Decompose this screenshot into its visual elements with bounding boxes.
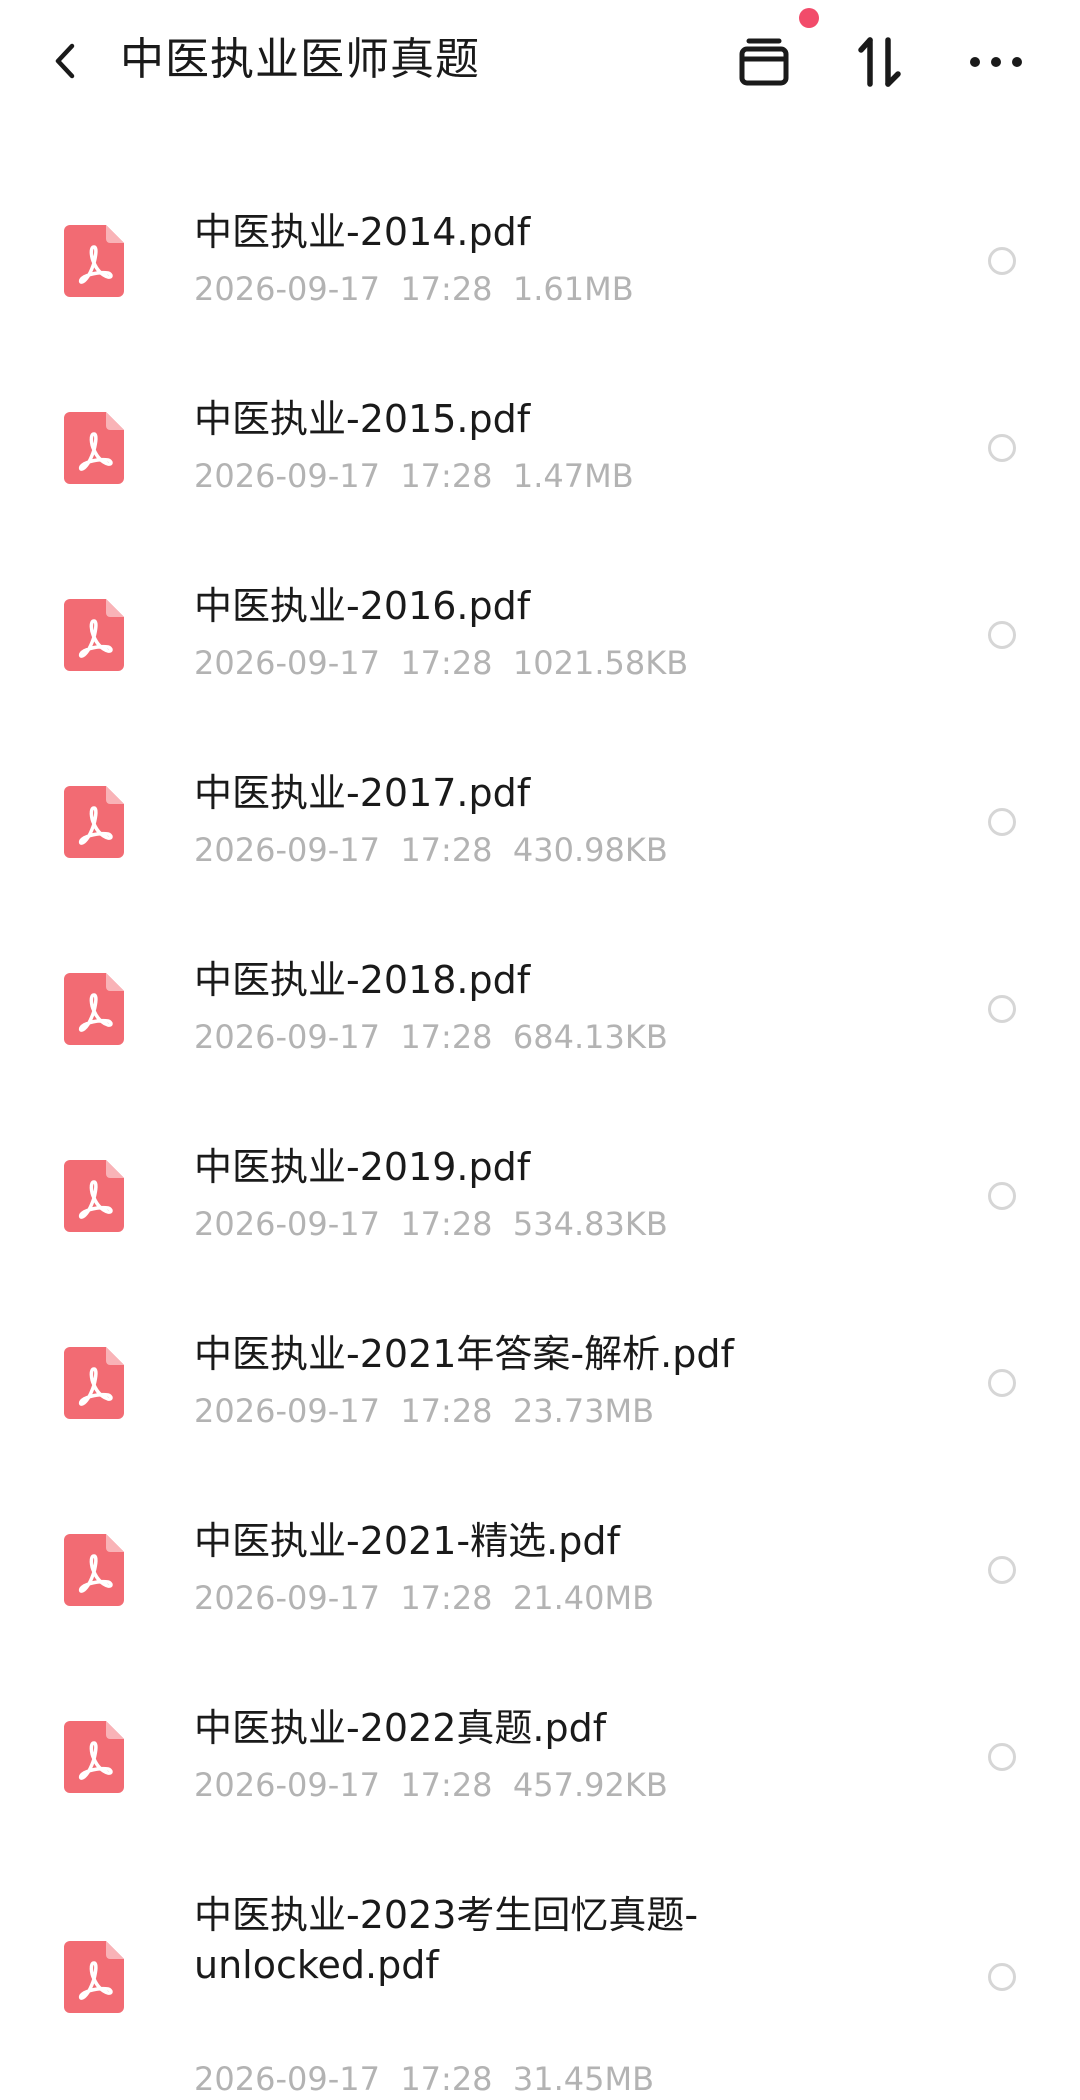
file-date: 2026-09-17 [194,1018,380,1056]
file-time: 17:28 [400,1205,493,1243]
pdf-file-icon [64,786,124,858]
file-date: 2026-09-17 [194,831,380,869]
file-meta: 2026-09-17 17:28 23.73MB [194,1390,654,1432]
file-date: 2026-09-17 [194,1205,380,1243]
select-radio[interactable] [988,1963,1016,1991]
file-name: 中医执业-2018.pdf [194,958,531,1002]
file-row[interactable]: 中医执业-2023考生回忆真题-unlocked.pdf 2026-09-17 … [0,1833,1080,2098]
file-time: 17:28 [400,1766,493,1804]
file-time: 17:28 [400,831,493,869]
notification-dot [799,8,819,28]
file-date: 2026-09-17 [194,644,380,682]
file-time: 17:28 [400,2060,493,2098]
file-meta: 2026-09-17 17:28 684.13KB [194,1016,668,1058]
file-row[interactable]: 中医执业-2014.pdf 2026-09-17 17:28 1.61MB [0,150,1080,337]
chevron-left-icon [55,43,75,79]
sort-arrows-icon [858,37,901,87]
file-row[interactable]: 中医执业-2019.pdf 2026-09-17 17:28 534.83KB [0,1085,1080,1272]
file-row[interactable]: 中医执业-2021年答案-解析.pdf 2026-09-17 17:28 23.… [0,1272,1080,1459]
file-name: 中医执业-2016.pdf [194,584,531,628]
select-radio[interactable] [988,434,1016,462]
file-time: 17:28 [400,1018,493,1056]
file-size: 684.13KB [512,1018,668,1056]
file-date: 2026-09-17 [194,1579,380,1617]
more-horizontal-icon [970,57,1022,67]
file-name: 中医执业-2023考生回忆真题-unlocked.pdf [194,1893,699,1987]
select-radio[interactable] [988,1182,1016,1210]
file-meta: 2026-09-17 17:28 31.45MB [194,2058,654,2100]
file-name: 中医执业-2021-精选.pdf [194,1519,620,1563]
file-size: 457.92KB [512,1766,668,1804]
top-app-bar: 中医执业医师真题 [0,0,1080,130]
select-radio[interactable] [988,621,1016,649]
file-date: 2026-09-17 [194,2060,380,2098]
more-options-button[interactable] [964,30,1028,94]
file-row[interactable]: 中医执业-2017.pdf 2026-09-17 17:28 430.98KB [0,711,1080,898]
pdf-file-icon [64,1347,124,1419]
file-meta: 2026-09-17 17:28 1.47MB [194,455,634,497]
file-name: 中医执业-2019.pdf [194,1145,531,1189]
file-date: 2026-09-17 [194,457,380,495]
file-meta: 2026-09-17 17:28 1021.58KB [194,642,688,684]
file-time: 17:28 [400,1392,493,1430]
file-meta: 2026-09-17 17:28 21.40MB [194,1577,654,1619]
file-time: 17:28 [400,1579,493,1617]
select-radio[interactable] [988,995,1016,1023]
page-title: 中医执业医师真题 [120,34,480,85]
file-meta: 2026-09-17 17:28 430.98KB [194,829,668,871]
file-name: 中医执业-2021年答案-解析.pdf [194,1332,734,1376]
file-name: 中医执业-2022真题.pdf [194,1706,607,1750]
file-size: 1021.58KB [512,644,689,682]
file-size: 1.61MB [512,270,634,308]
sort-button[interactable] [848,30,912,94]
pdf-file-icon [64,225,124,297]
file-row[interactable]: 中医执业-2022真题.pdf 2026-09-17 17:28 457.92K… [0,1646,1080,1833]
file-name: 中医执业-2014.pdf [194,210,531,254]
file-time: 17:28 [400,644,493,682]
select-radio[interactable] [988,808,1016,836]
file-time: 17:28 [400,270,493,308]
file-name: 中医执业-2017.pdf [194,771,531,815]
file-size: 1.47MB [512,457,634,495]
archive-button[interactable] [732,30,796,94]
file-size: 23.73MB [512,1392,655,1430]
file-name: 中医执业-2015.pdf [194,397,531,441]
pdf-file-icon [64,599,124,671]
file-date: 2026-09-17 [194,270,380,308]
file-size: 534.83KB [512,1205,668,1243]
file-size: 31.45MB [512,2060,655,2098]
file-size: 21.40MB [512,1579,655,1617]
file-meta: 2026-09-17 17:28 1.61MB [194,268,634,310]
file-meta: 2026-09-17 17:28 534.83KB [194,1203,668,1245]
file-row[interactable]: 中医执业-2018.pdf 2026-09-17 17:28 684.13KB [0,898,1080,1085]
select-radio[interactable] [988,1743,1016,1771]
pdf-file-icon [64,1721,124,1793]
file-row[interactable]: 中医执业-2016.pdf 2026-09-17 17:28 1021.58KB [0,524,1080,711]
file-list: 中医执业-2014.pdf 2026-09-17 17:28 1.61MB 中医… [0,150,1080,2098]
select-radio[interactable] [988,1369,1016,1397]
file-date: 2026-09-17 [194,1766,380,1804]
file-row[interactable]: 中医执业-2021-精选.pdf 2026-09-17 17:28 21.40M… [0,1459,1080,1646]
archive-box-icon [739,38,789,86]
back-button[interactable] [40,36,90,86]
select-radio[interactable] [988,1556,1016,1584]
pdf-file-icon [64,1534,124,1606]
file-meta: 2026-09-17 17:28 457.92KB [194,1764,668,1806]
file-time: 17:28 [400,457,493,495]
pdf-file-icon [64,1160,124,1232]
pdf-file-icon [64,412,124,484]
file-row[interactable]: 中医执业-2015.pdf 2026-09-17 17:28 1.47MB [0,337,1080,524]
select-radio[interactable] [988,247,1016,275]
file-size: 430.98KB [512,831,668,869]
pdf-file-icon [64,1941,124,2013]
pdf-file-icon [64,973,124,1045]
file-date: 2026-09-17 [194,1392,380,1430]
